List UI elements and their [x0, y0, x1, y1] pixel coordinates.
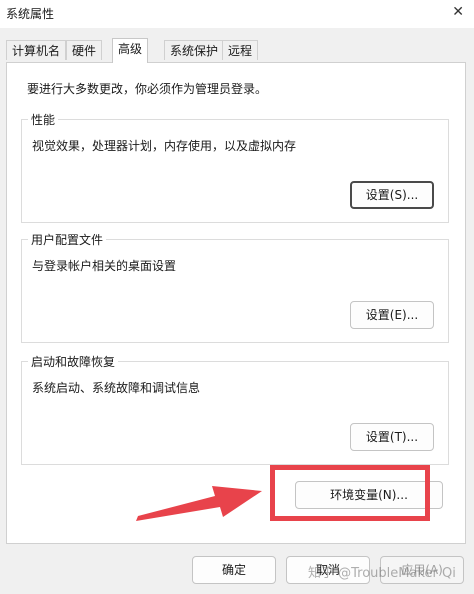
admin-notice: 要进行大多数更改，你必须作为管理员登录。 — [27, 82, 268, 96]
user-profiles-settings-button[interactable]: 设置(E)... — [350, 301, 434, 329]
performance-group: 性能 视觉效果，处理器计划，内存使用，以及虚拟内存 设置(S)... — [21, 111, 449, 223]
user-profiles-description: 与登录帐户相关的桌面设置 — [32, 259, 177, 273]
window-title: 系统属性 — [6, 7, 55, 21]
performance-description: 视觉效果，处理器计划，内存使用，以及虚拟内存 — [32, 139, 297, 153]
startup-recovery-group: 启动和故障恢复 系统启动、系统故障和调试信息 设置(T)... — [21, 353, 449, 465]
startup-recovery-group-title: 启动和故障恢复 — [28, 353, 119, 370]
tab-remote[interactable]: 远程 — [222, 40, 259, 60]
performance-settings-button[interactable]: 设置(S)... — [350, 181, 434, 209]
startup-recovery-description: 系统启动、系统故障和调试信息 — [32, 381, 201, 395]
user-profiles-group-title: 用户配置文件 — [28, 231, 107, 248]
tab-system-protection[interactable]: 系统保护 — [164, 40, 225, 60]
tab-computer-name[interactable]: 计算机名 — [6, 40, 67, 60]
tab-strip: 计算机名 硬件 高级 系统保护 远程 — [6, 38, 466, 63]
title-bar: 系统属性 ✕ — [0, 0, 474, 28]
watermark: 知乎 @TroubleMaker Qi — [308, 566, 456, 581]
tab-hardware[interactable]: 硬件 — [66, 40, 103, 60]
ok-button[interactable]: 确定 — [192, 556, 276, 584]
system-properties-window: 系统属性 ✕ 计算机名 硬件 高级 系统保护 远程 要进行大多数更改，你必须作为… — [0, 0, 474, 594]
startup-recovery-settings-button[interactable]: 设置(T)... — [350, 423, 434, 451]
performance-group-title: 性能 — [28, 111, 59, 128]
highlight-box — [270, 465, 430, 521]
close-icon[interactable]: ✕ — [452, 4, 464, 20]
user-profiles-group: 用户配置文件 与登录帐户相关的桌面设置 设置(E)... — [21, 231, 449, 343]
tab-advanced[interactable]: 高级 — [112, 38, 149, 63]
